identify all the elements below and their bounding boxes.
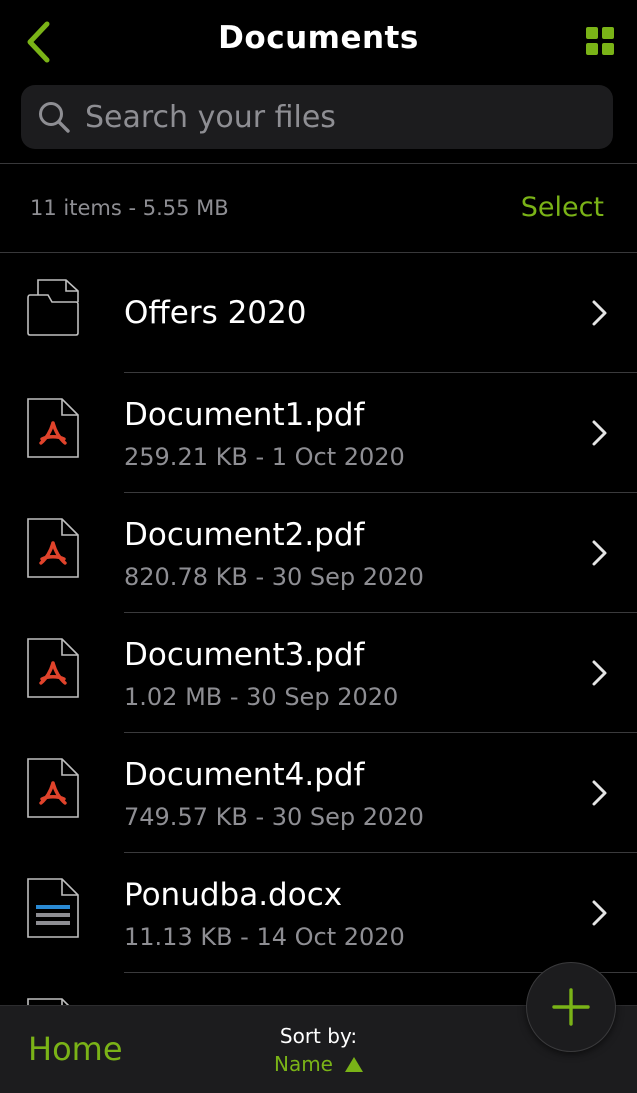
plus-icon <box>552 988 590 1026</box>
documents-screen: Documents 11 items - 5.55 MB Select <box>0 0 637 1093</box>
file-meta: 820.78 KB - 30 Sep 2020 <box>124 563 424 591</box>
search-bar[interactable] <box>21 85 613 149</box>
search-icon <box>39 102 70 133</box>
page-title: Documents <box>218 20 419 56</box>
sort-value: Name <box>273 1052 333 1076</box>
file-name: Ponudba.docx <box>124 877 343 913</box>
file-meta: 259.21 KB - 1 Oct 2020 <box>124 443 405 471</box>
pdf-file-icon <box>27 398 79 458</box>
file-meta: 11.13 KB - 14 Oct 2020 <box>124 923 405 951</box>
pdf-file-icon <box>27 518 79 578</box>
file-name: Document3.pdf <box>124 637 365 673</box>
list-item-file[interactable]: Document4.pdf 749.57 KB - 30 Sep 2020 <box>0 733 637 853</box>
folder-icon <box>27 279 79 336</box>
list-item-file[interactable]: Document1.pdf 259.21 KB - 1 Oct 2020 <box>0 373 637 493</box>
item-count: 11 items - 5.55 MB <box>30 196 229 220</box>
header: Documents <box>0 0 637 84</box>
list-item-file[interactable]: Document3.pdf 1.02 MB - 30 Sep 2020 <box>0 613 637 733</box>
search-input[interactable] <box>83 98 587 136</box>
chevron-right-icon <box>592 780 607 806</box>
sort-ascending-icon <box>345 1057 363 1072</box>
file-name: Offers 2020 <box>124 295 307 331</box>
docx-file-icon <box>27 878 79 938</box>
chevron-right-icon <box>592 900 607 926</box>
chevron-right-icon <box>592 540 607 566</box>
grid-view-icon <box>586 27 614 55</box>
chevron-right-icon <box>592 420 607 446</box>
file-name: Document2.pdf <box>124 517 365 553</box>
chevron-right-icon <box>592 660 607 686</box>
file-meta: 749.57 KB - 30 Sep 2020 <box>124 803 424 831</box>
summary-row: 11 items - 5.55 MB Select <box>0 164 637 252</box>
list-item-file[interactable]: Ponudba.docx 11.13 KB - 14 Oct 2020 <box>0 853 637 973</box>
file-list: Offers 2020 Document1.pdf 259.21 KB - 1 … <box>0 253 637 1093</box>
list-item-folder[interactable]: Offers 2020 <box>0 253 637 373</box>
file-meta: 1.02 MB - 30 Sep 2020 <box>124 683 399 711</box>
file-name: Document1.pdf <box>124 397 365 433</box>
file-name: Document4.pdf <box>124 757 365 793</box>
select-button[interactable]: Select <box>521 192 604 223</box>
chevron-right-icon <box>592 300 607 326</box>
list-item-file[interactable]: Document2.pdf 820.78 KB - 30 Sep 2020 <box>0 493 637 613</box>
grid-view-button[interactable] <box>585 26 615 56</box>
add-button[interactable] <box>526 962 616 1052</box>
pdf-file-icon <box>27 758 79 818</box>
pdf-file-icon <box>27 638 79 698</box>
